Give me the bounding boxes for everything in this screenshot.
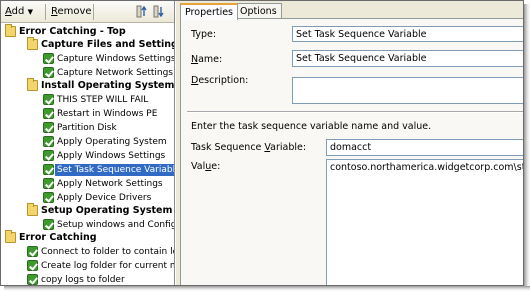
tree-item-label: Capture Network Settings xyxy=(57,68,173,78)
dropdown-arrow-icon: ▼ xyxy=(27,8,33,16)
tree-item-label: Capture Files and Settings xyxy=(41,39,175,50)
check-icon xyxy=(43,219,54,230)
value-label: Value: xyxy=(191,161,221,172)
tree-item-label: Error Catching - Top xyxy=(19,26,126,37)
tree-item-label: Apply Operating System xyxy=(57,137,167,147)
tree-item-label: Set Task Sequence Variable xyxy=(55,164,174,176)
properties-pane: Properties Options Type: Set Task Sequen… xyxy=(176,1,523,285)
task-sequence-variable-input[interactable]: domacct xyxy=(326,139,523,156)
remove-button[interactable]: Remove xyxy=(51,6,92,17)
toolbar-separator xyxy=(45,4,46,20)
folder-icon xyxy=(5,24,16,37)
tree-item-label: Setup windows and ConfigM xyxy=(57,220,175,230)
description-input[interactable] xyxy=(292,77,523,104)
tree-item-label: Error Catching xyxy=(19,232,97,243)
check-icon xyxy=(43,53,54,64)
tab-options[interactable]: Options xyxy=(235,3,282,19)
check-icon xyxy=(43,94,54,105)
tree-item-label: copy logs to folder xyxy=(41,275,125,285)
tree-item-label: Install Operating System xyxy=(41,80,175,91)
tree-item-label: Apply Network Settings xyxy=(57,179,163,189)
tree-item-label: THIS STEP WILL FAIL xyxy=(57,95,149,105)
check-icon xyxy=(43,178,54,189)
check-icon xyxy=(43,192,54,203)
check-icon xyxy=(43,164,54,175)
tree-item-label: Apply Device Drivers xyxy=(57,193,152,203)
add-menu-button[interactable]: Add ▼ xyxy=(5,6,33,17)
folder-icon xyxy=(27,203,38,216)
tree-item-label: Setup Operating System xyxy=(41,205,173,216)
instructions-text: Enter the task sequence variable name an… xyxy=(191,121,432,132)
value-input[interactable]: contoso.northamerica.widgetcorp.com\stev… xyxy=(326,159,523,285)
description-label: Description: xyxy=(191,75,249,86)
tree-item-label: Restart in Windows PE xyxy=(57,109,158,119)
tree-item-label: Connect to folder to contain logs xyxy=(41,247,175,257)
variable-label: Task Sequence Variable: xyxy=(191,142,307,153)
tree-item-label: Capture Windows Settings xyxy=(57,54,175,64)
check-icon xyxy=(43,150,54,161)
check-icon xyxy=(43,122,54,133)
toolbar-separator xyxy=(93,4,94,20)
check-icon xyxy=(27,260,38,271)
remove-label: emove xyxy=(57,6,92,17)
check-icon xyxy=(43,67,54,78)
folder-icon xyxy=(5,230,16,243)
folder-icon xyxy=(27,78,38,91)
check-icon xyxy=(27,246,38,257)
tab-properties[interactable]: Properties xyxy=(180,3,239,20)
task-sequence-editor-window: Add ▼ Remove Error Catching - Top Captur… xyxy=(0,0,524,286)
tree-item-label: Create log folder for current mach xyxy=(41,261,174,271)
type-field: Set Task Sequence Variable xyxy=(292,26,523,42)
tree-item-label: Apply Windows Settings xyxy=(57,151,166,161)
name-label: Name: xyxy=(191,54,223,65)
tree-toolbar: Add ▼ Remove xyxy=(1,1,174,23)
window-shadow-bottom xyxy=(4,286,530,291)
move-up-icon[interactable] xyxy=(136,5,149,18)
value-text: contoso.northamerica.widgetcorp.com\stev… xyxy=(330,162,523,173)
name-input[interactable]: Set Task Sequence Variable xyxy=(292,50,523,67)
tree-item-label: Partition Disk xyxy=(57,123,117,133)
check-icon xyxy=(27,274,38,285)
folder-icon xyxy=(27,37,38,50)
check-icon xyxy=(43,108,54,119)
window-shadow-right xyxy=(524,4,530,291)
properties-panel: Type: Set Task Sequence Variable Name: S… xyxy=(180,18,523,285)
task-sequence-pane: Add ▼ Remove Error Catching - Top Captur… xyxy=(1,1,175,285)
type-label: Type: xyxy=(191,29,217,40)
add-label: dd xyxy=(11,6,25,17)
check-icon xyxy=(43,136,54,147)
move-down-icon[interactable] xyxy=(153,5,166,18)
section-divider xyxy=(187,111,523,113)
add-accelerator: A xyxy=(5,6,12,17)
